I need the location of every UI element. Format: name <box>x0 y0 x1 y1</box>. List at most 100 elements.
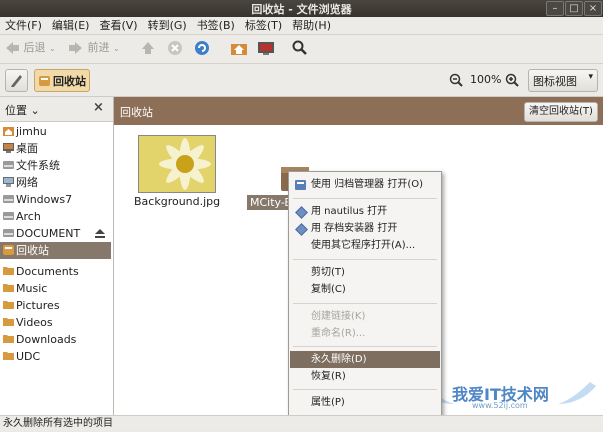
forward-label: 前进 <box>87 41 110 54</box>
path-button-trash[interactable]: 回收站 <box>34 69 90 92</box>
menu-item-label: 创建链接(K) <box>311 311 366 322</box>
watermark-url: www.52ij.com <box>472 401 528 410</box>
menu-file[interactable]: 文件(F) <box>0 17 47 34</box>
menu-separator <box>293 303 437 304</box>
sidebar-header: 位置 ⌄ × <box>0 97 113 122</box>
zoom-in-button[interactable] <box>505 73 519 90</box>
sidebar-item-videos[interactable]: Videos <box>0 314 111 331</box>
eject-icon[interactable] <box>94 228 106 239</box>
chevron-down-icon: ⌄ <box>113 44 120 53</box>
menu-item-label: 用 存档安装器 打开 <box>311 223 398 234</box>
menu-item-open-nautilus[interactable]: 用 nautilus 打开 <box>290 203 440 220</box>
menu-item-delete-permanently[interactable]: 永久删除(D) <box>290 351 440 368</box>
menu-separator <box>293 389 437 390</box>
menu-item-open-installer[interactable]: 用 存档安装器 打开 <box>290 220 440 237</box>
sidebar-item-udc[interactable]: UDC <box>0 348 111 365</box>
sidebar-item-label: UDC <box>16 350 41 363</box>
forward-button[interactable]: 前进 ⌄ <box>68 38 120 58</box>
menu-item-open-archive-manager[interactable]: 使用 归档管理器 打开(O) <box>290 176 440 193</box>
edit-location-button[interactable] <box>5 69 28 92</box>
sidebar-item-windows7[interactable]: Windows7 <box>0 191 111 208</box>
computer-button[interactable] <box>257 38 275 58</box>
stop-button[interactable] <box>167 38 183 58</box>
menu-item-cut[interactable]: 剪切(T) <box>290 264 440 281</box>
sidebar-item-label: Music <box>16 282 48 295</box>
view-mode-value: 图标视图 <box>533 75 577 88</box>
trash-info-bar: 回收站 清空回收站(T) <box>114 97 603 125</box>
sidebar-item-label: 回收站 <box>16 244 49 257</box>
sidebar-close-button[interactable]: × <box>93 100 104 115</box>
chevron-down-icon: ⌄ <box>49 44 56 53</box>
back-button[interactable]: 后退 ⌄ <box>4 38 56 58</box>
stop-icon <box>168 41 182 55</box>
file-name[interactable]: Background.jpg <box>134 195 220 208</box>
archive-manager-icon <box>295 180 306 190</box>
sidebar-item-pictures[interactable]: Pictures <box>0 297 111 314</box>
search-button[interactable] <box>292 38 308 58</box>
drive-icon <box>3 161 14 169</box>
reload-icon <box>195 41 209 55</box>
menu-help[interactable]: 帮助(H) <box>287 17 336 34</box>
back-arrow-icon <box>6 42 19 54</box>
menu-item-restore[interactable]: 恢复(R) <box>290 368 440 385</box>
sidebar-item-label: jimhu <box>16 125 47 138</box>
sidebar-item-desktop[interactable]: 桌面 <box>0 140 111 157</box>
sidebar-item-music[interactable]: Music <box>0 280 111 297</box>
close-button[interactable]: × <box>584 1 602 16</box>
sidebar-item-documents[interactable]: Documents <box>0 263 111 280</box>
sidebar-item-label: DOCUMENT <box>16 227 81 240</box>
sidebar-item-label: Videos <box>16 316 53 329</box>
menu-item-properties[interactable]: 属性(P) <box>290 394 440 411</box>
minimize-button[interactable]: – <box>546 1 564 16</box>
sidebar-item-jimhu[interactable]: jimhu <box>0 123 111 140</box>
sidebar-item-trash[interactable]: 回收站 <box>0 242 111 259</box>
home-button[interactable] <box>230 38 248 58</box>
menu-item-make-link[interactable]: 创建链接(K) <box>290 308 440 325</box>
sidebar-item-label: 桌面 <box>16 142 38 155</box>
sidebar-item-label: Downloads <box>16 333 77 346</box>
folder-icon <box>3 352 14 360</box>
up-arrow-icon <box>142 42 154 54</box>
menu-go[interactable]: 转到(G) <box>143 17 192 34</box>
forward-arrow-icon <box>69 42 82 54</box>
chevron-down-icon: ▾ <box>588 72 593 82</box>
menu-item-label: 恢复(R) <box>311 371 346 382</box>
status-bar: 永久删除所有选中的项目 <box>0 415 603 431</box>
home-folder-icon <box>231 44 247 55</box>
sidebar-item-network[interactable]: 网络 <box>0 174 111 191</box>
menu-tabs[interactable]: 标签(T) <box>240 17 287 34</box>
menu-view[interactable]: 查看(V) <box>94 17 142 34</box>
pencil-icon <box>11 75 22 87</box>
menu-edit[interactable]: 编辑(E) <box>47 17 95 34</box>
menu-bookmarks[interactable]: 书签(B) <box>192 17 240 34</box>
reload-button[interactable] <box>194 38 210 58</box>
context-menu: 使用 归档管理器 打开(O) 用 nautilus 打开 用 存档安装器 打开 … <box>288 171 442 417</box>
sidebar-item-downloads[interactable]: Downloads <box>0 331 111 348</box>
file-thumbnail-background[interactable] <box>138 135 216 193</box>
view-mode-select[interactable]: 图标视图 ▾ <box>528 69 598 92</box>
menu-item-label: 属性(P) <box>311 397 345 408</box>
desktop-icon <box>3 143 14 153</box>
sidebar-item-arch[interactable]: Arch <box>0 208 111 225</box>
sidebar-header-label: 位置 <box>5 104 27 117</box>
menu-item-label: 使用其它程序打开(A)... <box>311 240 416 251</box>
trash-info-label: 回收站 <box>120 106 153 119</box>
folder-icon <box>3 335 14 343</box>
folder-icon <box>3 318 14 326</box>
sidebar-item-document[interactable]: DOCUMENT <box>0 225 111 242</box>
sidebar-item-filesystem[interactable]: 文件系统 <box>0 157 111 174</box>
diamond-icon <box>295 206 308 219</box>
menu-item-open-with-other[interactable]: 使用其它程序打开(A)... <box>290 237 440 254</box>
sidebar-header-select[interactable]: 位置 ⌄ <box>5 102 40 118</box>
menu-item-copy[interactable]: 复制(C) <box>290 281 440 298</box>
menu-separator <box>293 198 437 199</box>
menu-item-rename[interactable]: 重命名(R)... <box>290 325 440 342</box>
menu-separator <box>293 259 437 260</box>
toolbar: 后退 ⌄ 前进 ⌄ <box>0 35 603 64</box>
up-button[interactable] <box>140 38 156 58</box>
maximize-button[interactable]: □ <box>565 1 583 16</box>
zoom-out-button[interactable] <box>449 73 463 90</box>
empty-trash-button[interactable]: 清空回收站(T) <box>524 102 598 122</box>
path-button-label: 回收站 <box>53 75 86 88</box>
sidebar-item-label: 文件系统 <box>16 159 60 172</box>
